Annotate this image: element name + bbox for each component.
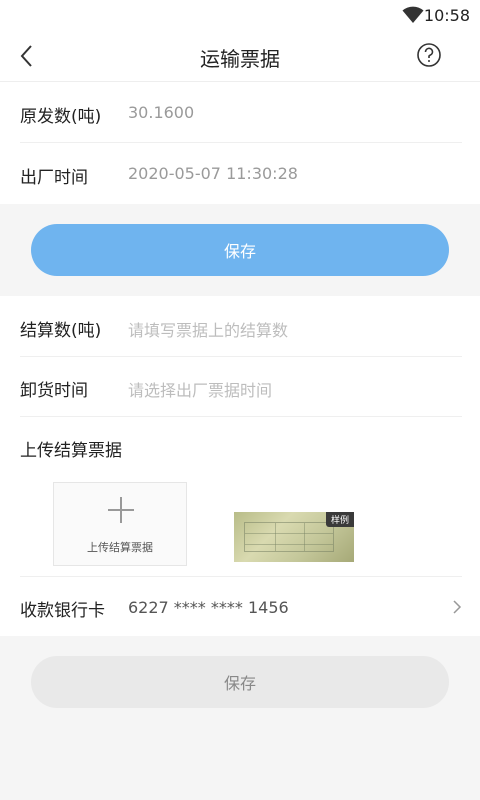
bank-card-label: 收款银行卡 bbox=[20, 601, 105, 621]
bank-card-value: 6227 **** **** 1456 bbox=[128, 598, 289, 617]
chevron-right-icon bbox=[453, 600, 462, 614]
status-time: 10:58 bbox=[423, 6, 470, 25]
dispatch-weight-value: 30.1600 bbox=[128, 103, 195, 122]
question-icon[interactable] bbox=[416, 42, 442, 68]
nav-bar: 运输票据 bbox=[0, 30, 480, 82]
dispatch-weight-row: 原发数(吨) 30.1600 bbox=[20, 82, 462, 143]
settlement-weight-label: 结算数(吨) bbox=[20, 321, 102, 341]
unload-time-input[interactable]: 请选择出厂票据时间 bbox=[128, 377, 272, 401]
page-title: 运输票据 bbox=[200, 47, 280, 71]
sample-tag: 样例 bbox=[325, 512, 354, 527]
save-button-primary[interactable]: 保存 bbox=[31, 224, 449, 276]
dispatch-time-value: 2020-05-07 11:30:28 bbox=[128, 164, 298, 183]
dispatch-time-label: 出厂时间 bbox=[20, 168, 88, 188]
sample-receipt-image[interactable]: 样例 bbox=[234, 512, 354, 562]
settlement-section: 结算数(吨) 请填写票据上的结算数 卸货时间 请选择出厂票据时间 上传结算票据 … bbox=[0, 296, 480, 636]
upload-receipt-button[interactable]: 上传结算票据 bbox=[53, 482, 187, 566]
bank-card-row[interactable]: 收款银行卡 6227 **** **** 1456 bbox=[20, 576, 462, 636]
dispatch-section: 原发数(吨) 30.1600 出厂时间 2020-05-07 11:30:28 bbox=[0, 82, 480, 204]
dispatch-time-row: 出厂时间 2020-05-07 11:30:28 bbox=[20, 143, 462, 204]
settlement-weight-row[interactable]: 结算数(吨) 请填写票据上的结算数 bbox=[20, 296, 462, 357]
unload-time-row[interactable]: 卸货时间 请选择出厂票据时间 bbox=[20, 356, 462, 417]
settlement-weight-input[interactable]: 请填写票据上的结算数 bbox=[128, 317, 288, 341]
save-button-secondary[interactable]: 保存 bbox=[31, 656, 449, 708]
sample-receipt-grid bbox=[244, 522, 334, 552]
unload-time-label: 卸货时间 bbox=[20, 381, 88, 401]
dispatch-weight-label: 原发数(吨) bbox=[20, 107, 102, 127]
status-bar: 10:58 bbox=[0, 0, 480, 30]
wifi-icon bbox=[402, 6, 424, 23]
upload-section-label: 上传结算票据 bbox=[20, 441, 122, 461]
upload-receipt-text: 上传结算票据 bbox=[87, 541, 153, 554]
plus-icon bbox=[108, 497, 134, 523]
